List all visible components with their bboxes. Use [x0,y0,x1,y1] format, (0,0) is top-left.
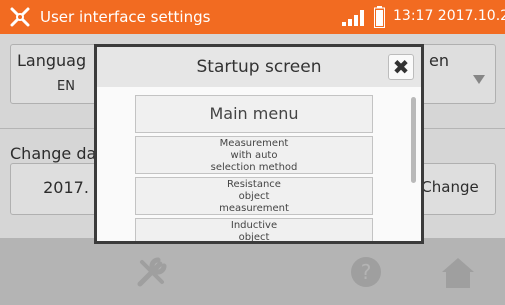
option-line: Inductive [230,220,278,231]
option-line: selection method [210,162,298,173]
page-title: User interface settings [40,8,211,26]
title-bar: User interface settings 13:17 2017.10.26 [0,0,505,34]
option-main-menu[interactable]: Main menu [135,95,373,133]
clock: 13:17 2017.10.26 [393,8,505,24]
options-list: Main menu Measurement with auto selectio… [97,87,421,241]
close-button[interactable]: ✖ [388,54,414,80]
option-line: object [238,232,270,241]
settings-icon [10,7,30,27]
startup-screen-dialog: Startup screen ✖ Main menu Measurement w… [94,44,424,244]
scrollbar[interactable] [411,97,416,183]
dialog-title: Startup screen [196,57,322,77]
option-resistance[interactable]: Resistance object measurement [135,177,373,215]
option-auto-selection[interactable]: Measurement with auto selection method [135,136,373,174]
option-line: Resistance [227,179,281,190]
option-line: measurement [219,203,289,214]
option-line: object [238,191,270,202]
close-icon: ✖ [392,55,410,79]
option-label: Main menu [209,104,299,123]
option-inductive[interactable]: Inductive object measurement [135,218,373,241]
signal-icon [342,10,364,26]
option-line: Measurement [219,138,289,149]
option-line: with auto [230,150,278,161]
battery-icon [374,6,385,28]
